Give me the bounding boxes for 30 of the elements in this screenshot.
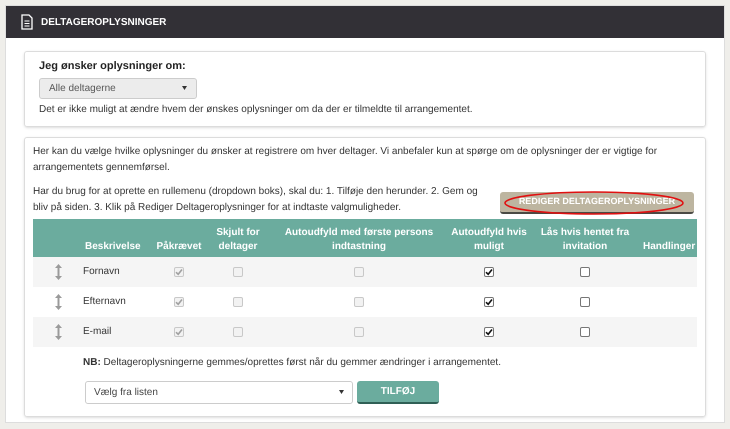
checkbox[interactable] (484, 326, 494, 336)
drag-handle-icon[interactable] (54, 294, 62, 310)
column-header: Lås hvis hentet fra invitation (540, 226, 630, 254)
document-icon (21, 14, 33, 30)
column-header: Autoudfyld med første persons indtastning (284, 226, 434, 254)
column-header: Beskrivelse (85, 240, 141, 254)
column-header: Autoudfyld hvis muligt (451, 226, 527, 254)
intro-text: Her kan du vælge hvilke oplysninger du ønsker at registrere om hver deltager. Vi anbefaler kun at spørge om de oplysninger der er vigtige for arrangementets gennemførsel. (33, 144, 658, 174)
drag-handle-icon[interactable] (54, 264, 62, 280)
checkbox[interactable] (484, 296, 494, 306)
checkbox[interactable] (580, 266, 590, 276)
caret-icon (182, 86, 187, 90)
field-select[interactable]: Vælg fra listen (85, 380, 353, 404)
column-header: Påkrævet (156, 240, 202, 254)
checkbox[interactable] (484, 266, 494, 276)
scope-select[interactable]: Alle deltagerne (39, 78, 197, 98)
field-name: E-mail (83, 325, 112, 339)
caret-icon (339, 390, 344, 394)
drag-handle-icon[interactable] (54, 324, 62, 340)
checkbox[interactable] (580, 296, 590, 306)
scope-note: Det er ikke muligt at ændre hvem der ønskes oplysninger om da der er tilmeldte til arrangementet. (39, 102, 474, 116)
help-text: Har du brug for at oprette en rullemenu (dropdown boks), skal du: 1. Tilføje den herunder. 2. Gem og bliv på siden. 3. Klik på Rediger Deltageroplysninger for at indtaste valgmuligheder. (33, 184, 478, 214)
checkbox[interactable] (580, 326, 590, 336)
field-name: Efternavn (83, 295, 126, 309)
column-header: Handlinger (643, 240, 696, 254)
field-name: Fornavn (83, 265, 120, 279)
header-title: DELTAGEROPLYSNINGER (41, 16, 166, 30)
scope-label: Jeg ønsker oplysninger om: (39, 59, 187, 74)
save-note: NB: Deltageroplysningerne gemmes/oprettes først når du gemmer ændringer i arrangementet. (83, 356, 502, 370)
column-header: Skjult for deltager (215, 226, 261, 254)
